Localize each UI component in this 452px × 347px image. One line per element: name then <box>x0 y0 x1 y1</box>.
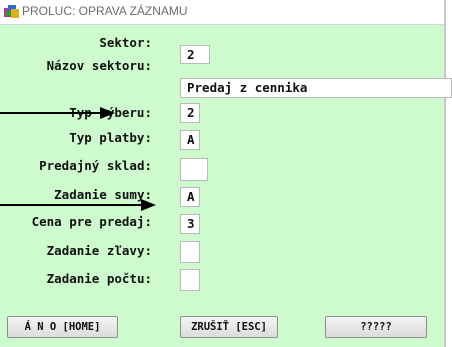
annotation-arrows <box>0 107 156 211</box>
arrow-typ-vyberu <box>0 107 115 119</box>
arrow-zadanie-sumy <box>0 199 156 211</box>
